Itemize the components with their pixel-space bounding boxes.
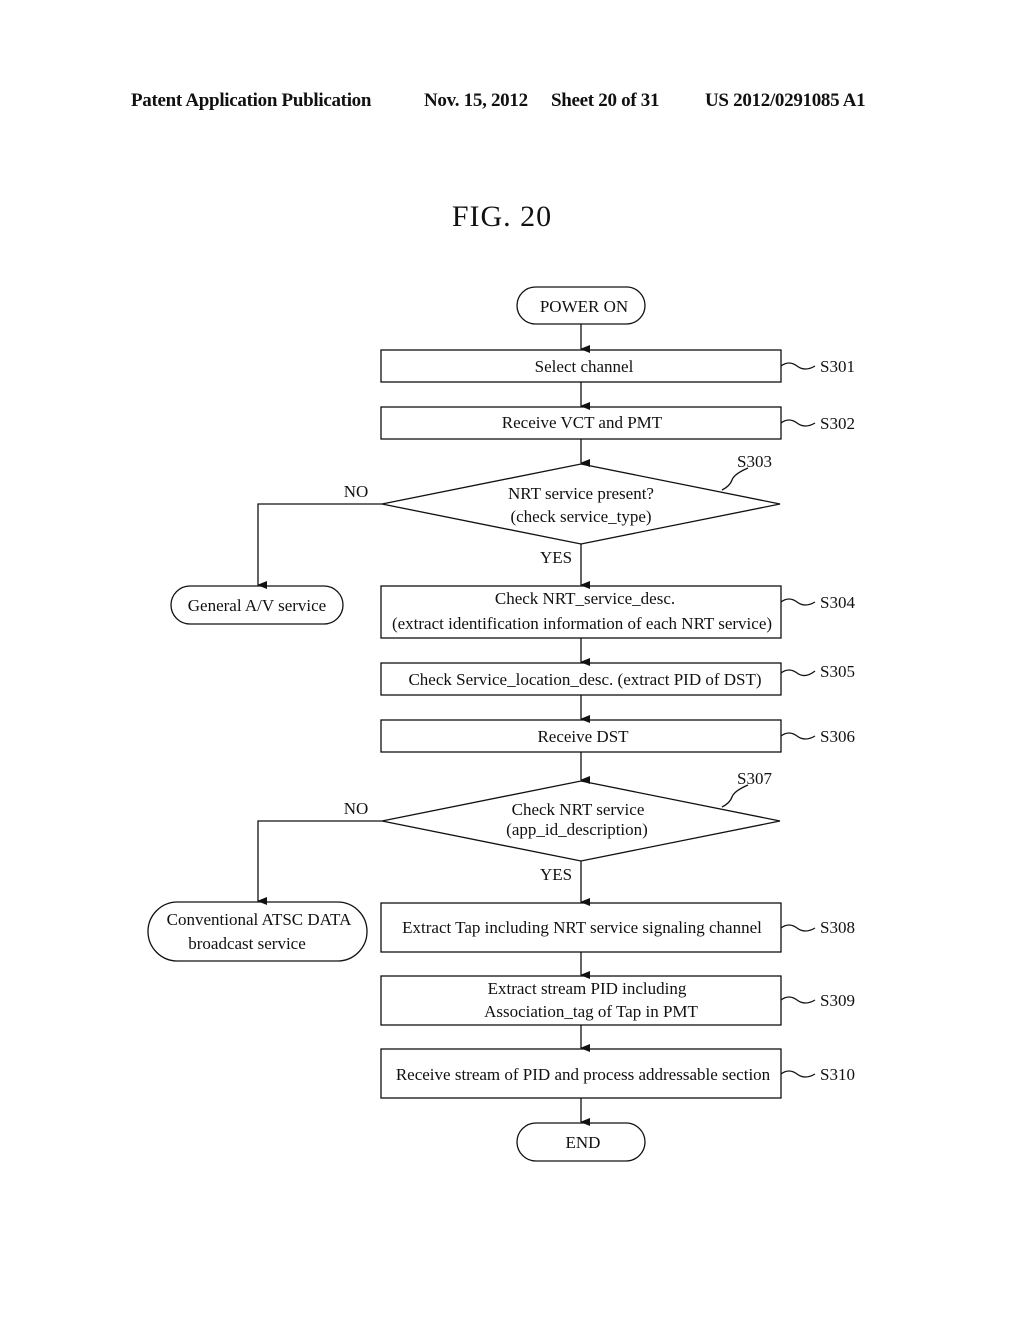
leader-s310	[780, 1070, 816, 1078]
step-s302-text: Receive VCT and PMT	[502, 413, 663, 432]
step-s307-text-1: Check NRT service	[512, 800, 645, 819]
step-s303-text-1: NRT service present?	[508, 484, 654, 503]
step-s309-text-1: Extract stream PID including	[488, 979, 687, 998]
step-s310-text: Receive stream of PID and process addres…	[396, 1065, 771, 1084]
arrow-s303-av	[257, 503, 382, 589]
step-s306-text: Receive DST	[537, 727, 629, 746]
step-s309-text-2: Association_tag of Tap in PMT	[484, 1002, 698, 1021]
step-id-s304: S304	[820, 593, 855, 612]
step-s304-text-1: Check NRT_service_desc.	[495, 589, 675, 608]
yes-label-s307: YES	[540, 865, 572, 884]
leader-s306	[780, 732, 816, 740]
leader-s308	[780, 924, 816, 932]
flowchart: POWER ON END Select channel Receive VCT …	[147, 286, 855, 1162]
leader-s304	[780, 598, 816, 606]
step-s307-text-2: (app_id_description)	[506, 820, 648, 839]
step-id-s301: S301	[820, 357, 855, 376]
no-label-s303: NO	[344, 482, 369, 501]
arrow-s307-atsc	[257, 820, 382, 905]
step-id-s305: S305	[820, 662, 855, 681]
atsc-service-label-2: broadcast service	[188, 934, 306, 953]
leader-s309	[780, 996, 816, 1004]
leader-s302	[780, 419, 816, 427]
no-label-s307: NO	[344, 799, 369, 818]
step-id-s307: S307	[737, 769, 772, 788]
end-label: END	[566, 1133, 601, 1152]
step-id-s308: S308	[820, 918, 855, 937]
step-id-s310: S310	[820, 1065, 855, 1084]
step-id-s302: S302	[820, 414, 855, 433]
leader-s307	[721, 784, 749, 808]
step-id-s303: S303	[737, 452, 772, 471]
leader-s301	[780, 362, 816, 370]
step-s308-text: Extract Tap including NRT service signal…	[402, 918, 762, 937]
step-id-s309: S309	[820, 991, 855, 1010]
step-s303-text-2: (check service_type)	[510, 507, 651, 526]
step-id-s306: S306	[820, 727, 855, 746]
step-s301-text: Select channel	[535, 357, 634, 376]
step-s303-diamond	[381, 463, 781, 545]
leader-s305	[780, 669, 816, 677]
step-s304-text-2: (extract identification information of e…	[392, 614, 772, 633]
leader-s303	[721, 467, 749, 491]
step-s305-text: Check Service_location_desc. (extract PI…	[408, 670, 761, 689]
av-service-label: General A/V service	[188, 596, 326, 615]
yes-label-s303: YES	[540, 548, 572, 567]
atsc-service-label-1: Conventional ATSC DATA	[167, 910, 352, 929]
start-label: POWER ON	[540, 297, 628, 316]
